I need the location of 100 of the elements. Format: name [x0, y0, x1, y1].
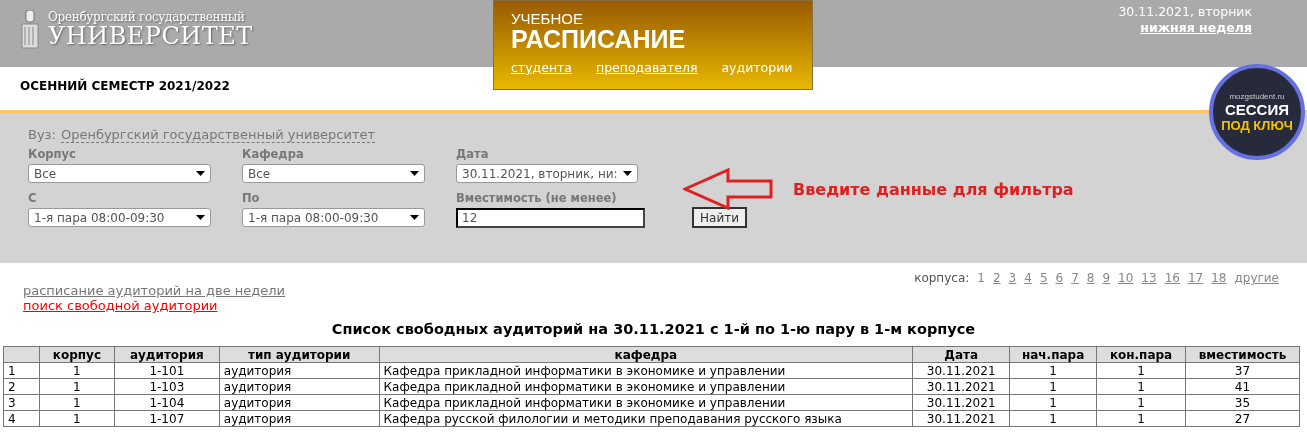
building-link[interactable]: 1	[977, 271, 985, 321]
table-cell: 1	[1009, 378, 1097, 395]
table-cell: 41	[1185, 378, 1300, 395]
table-cell: Кафедра прикладной информатики в экономике и управлении	[379, 394, 913, 411]
field-label: Корпус	[28, 147, 77, 161]
table-cell: 2	[3, 378, 40, 395]
table-cell: аудитория	[219, 362, 380, 379]
university-logo-icon	[20, 10, 42, 50]
building-link[interactable]: 4	[1024, 271, 1032, 321]
table-cell: 37	[1185, 362, 1300, 379]
table-cell: аудитория	[219, 378, 380, 395]
dropdown-caret-icon	[196, 215, 205, 220]
vuz-link[interactable]: Оренбургский государственный университет	[60, 127, 376, 143]
table-cell: 1	[39, 410, 115, 427]
logo-text: Оренбургский государственный	[48, 10, 246, 24]
dropdown-field[interactable]: 1-я пара 08:00-09:30	[242, 208, 425, 227]
dropdown-field[interactable]: 1-я пара 08:00-09:30	[28, 208, 211, 227]
building-link[interactable]: 17	[1187, 271, 1204, 321]
capacity-input[interactable]: 12	[456, 208, 645, 228]
building-link[interactable]: 7	[1071, 271, 1079, 321]
building-link[interactable]: 16	[1164, 271, 1180, 321]
table-cell: 1	[1009, 394, 1097, 411]
table-cell: 1-103	[114, 378, 220, 395]
dropdown-field[interactable]: Все	[28, 164, 211, 183]
table-cell: 4	[3, 410, 40, 427]
dropdown-caret-icon	[410, 215, 419, 220]
column-header: тип аудитории	[219, 346, 380, 363]
vuz-label: Вуз:	[28, 127, 56, 143]
current-date: 30.11.2021, вторник	[1118, 4, 1252, 20]
building-link[interactable]: 9	[1102, 271, 1111, 321]
building-link[interactable]: 5	[1039, 271, 1048, 321]
building-link[interactable]: 10	[1118, 271, 1134, 321]
field-label: Вместимость (не менее)	[456, 191, 618, 205]
table-cell: 1	[1009, 362, 1097, 379]
table-cell: Кафедра прикладной информатики в экономике и управлении	[379, 378, 913, 395]
field-label: С	[28, 191, 38, 205]
column-header: кафедра	[379, 346, 913, 363]
table-cell: 1	[1096, 410, 1186, 427]
promo-subtitle: ПОД КЛЮЧ	[1221, 117, 1293, 133]
column-header: Дата	[912, 346, 1010, 363]
table-title: Список свободных аудиторий на 30.11.2021 с 1-й по 1-ю пару в 1-м корпусе	[330, 321, 977, 337]
dropdown-caret-icon	[196, 171, 205, 176]
table-cell: 1-104	[114, 394, 220, 411]
nav-link[interactable]: поиск свободной аудитории	[23, 298, 286, 313]
nav-link[interactable]: расписание аудиторий на две недели	[23, 283, 286, 298]
banner-title: РАСПИСАНИЕ	[511, 26, 687, 52]
dropdown-caret-icon	[623, 171, 632, 176]
field-label: Дата	[456, 147, 490, 161]
semester-title: ОСЕННИЙ СЕМЕСТР 2021/2022	[20, 77, 230, 93]
building-link[interactable]: 13	[1141, 271, 1157, 321]
dropdown-field[interactable]: 30.11.2021, вторник, ни:	[456, 164, 638, 183]
banner-subtitle: УЧЕБНОЕ	[511, 11, 584, 26]
dropdown-caret-icon	[410, 171, 419, 176]
building-link[interactable]: 3	[1008, 271, 1017, 321]
table-cell: 1	[39, 378, 115, 395]
building-link[interactable]: 8	[1086, 271, 1095, 321]
building-link[interactable]: 6	[1055, 271, 1064, 321]
table-cell: 1	[1096, 378, 1186, 395]
schedule-nav-link[interactable]: преподавателя	[596, 60, 698, 75]
table-cell: 27	[1185, 410, 1300, 427]
table-cell: 30.11.2021	[912, 378, 1010, 395]
schedule-nav-link[interactable]: студента	[511, 60, 572, 75]
table-cell: 30.11.2021	[912, 410, 1010, 427]
table-cell: 30.11.2021	[912, 394, 1010, 411]
logo-title: УНИВЕРСИТЕТ	[48, 24, 253, 48]
table-cell: 1	[39, 362, 115, 379]
week-link[interactable]: нижняя неделя	[1140, 20, 1252, 36]
arrow-left-icon	[683, 168, 773, 210]
table-cell: аудитория	[219, 410, 380, 427]
column-header: нач.пара	[1009, 346, 1097, 363]
buildings-label: корпуса:	[914, 271, 970, 287]
table-cell: 1	[1009, 410, 1097, 427]
table-cell: 1	[1096, 362, 1186, 379]
field-label: По	[242, 191, 261, 205]
dropdown-field[interactable]: Все	[242, 164, 425, 183]
table-cell: 1	[3, 362, 40, 379]
table-cell: аудитория	[219, 394, 380, 411]
column-header: корпус	[39, 346, 115, 363]
table-cell: Кафедра прикладной информатики в экономике и управлении	[379, 362, 913, 379]
filter-hint: Введите данные для фильтра	[793, 179, 1074, 199]
column-header: кон.пара	[1096, 346, 1186, 363]
column-header	[3, 346, 40, 363]
field-label: Кафедра	[242, 147, 305, 161]
promo-site: mozgstudent.ru	[1229, 91, 1285, 101]
promo-title: СЕССИЯ	[1224, 100, 1290, 118]
table-cell: 1-101	[114, 362, 220, 379]
building-link[interactable]: 2	[992, 271, 1001, 321]
column-header: вместимость	[1185, 346, 1300, 363]
column-header: аудитория	[114, 346, 220, 363]
table-cell: 1	[1096, 394, 1186, 411]
building-link[interactable]: 18	[1211, 271, 1227, 321]
table-cell: 1-107	[114, 410, 220, 427]
table-cell: Кафедра русской филологии и методики преподавания русского языка	[379, 410, 913, 427]
building-link[interactable]: другие	[1234, 271, 1279, 321]
schedule-nav-link[interactable]: аудитории	[721, 60, 793, 75]
table-cell: 3	[3, 394, 40, 411]
table-cell: 30.11.2021	[912, 362, 1010, 379]
find-button[interactable]: Найти	[692, 207, 747, 228]
table-cell: 1	[39, 394, 115, 411]
table-cell: 35	[1185, 394, 1300, 411]
